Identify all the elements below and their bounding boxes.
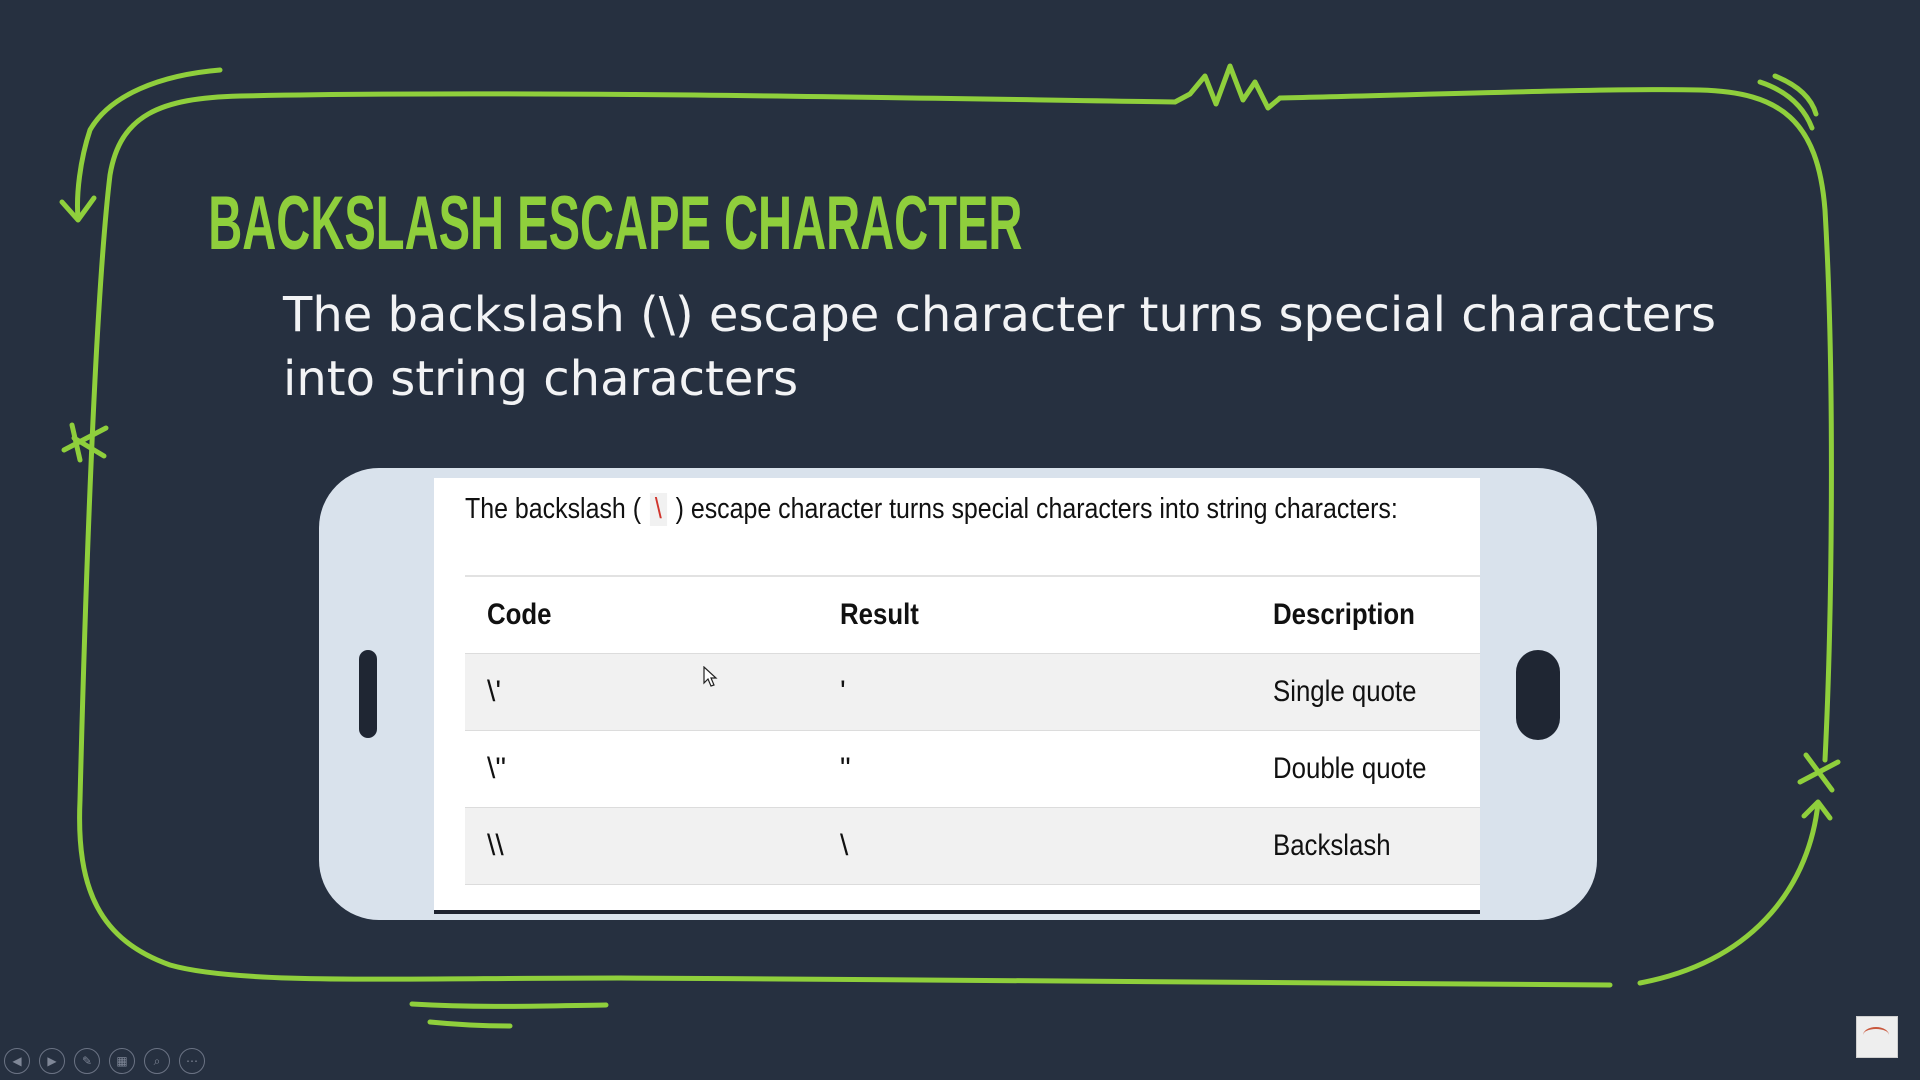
more-icon[interactable]: ⋯ — [179, 1048, 205, 1074]
table-header-row: Code Result Description — [465, 577, 1480, 654]
cell-result: \ — [840, 829, 849, 862]
slide-body-text: The backslash (\) escape character turns… — [283, 287, 1717, 407]
cell-code: \\ — [487, 829, 504, 862]
header-result-label: Result — [840, 598, 919, 631]
intro-code-backslash: \ — [649, 493, 667, 526]
screenshot-intro-text: The backslash ( \ ) escape character tur… — [465, 493, 1398, 526]
presenter-logo-icon — [1856, 1016, 1898, 1058]
logo-mark — [1863, 1027, 1889, 1043]
cell-code: \' — [487, 675, 502, 708]
zoom-icon[interactable]: ⌕ — [144, 1048, 170, 1074]
header-result: Result — [840, 598, 1273, 632]
cell-description: Double quote — [1273, 752, 1480, 786]
intro-text-end: ) escape character turns special charact… — [668, 493, 1398, 525]
phone-home-button — [1516, 650, 1560, 740]
header-code-label: Code — [487, 598, 552, 631]
mouse-pointer-icon — [703, 666, 718, 687]
next-icon[interactable]: ▶ — [39, 1048, 65, 1074]
intro-text-start: The backslash ( — [465, 493, 648, 525]
cell-description: Backslash — [1273, 829, 1480, 863]
escape-characters-table: Code Result Description \' ' Single quot… — [465, 575, 1480, 885]
phone-screen-screenshot: The backslash ( \ ) escape character tur… — [434, 478, 1480, 914]
cell-description-text: Backslash — [1273, 829, 1391, 862]
table-row: \' ' Single quote — [465, 654, 1480, 731]
table-row: \" " Double quote — [465, 731, 1480, 808]
slide-title: BACKSLASH ESCAPE CHARACTER — [208, 181, 1023, 266]
header-code: Code — [465, 598, 840, 632]
cell-description-text: Single quote — [1273, 675, 1417, 708]
cell-description: Single quote — [1273, 675, 1480, 709]
phone-speaker — [359, 650, 377, 738]
cell-description-text: Double quote — [1273, 752, 1427, 785]
pen-icon[interactable]: ✎ — [74, 1048, 100, 1074]
cell-result: " — [840, 752, 851, 785]
header-description: Description — [1273, 598, 1480, 632]
previous-icon[interactable]: ◀ — [4, 1048, 30, 1074]
slides-grid-icon[interactable]: ▦ — [109, 1048, 135, 1074]
presentation-toolbar: ◀ ▶ ✎ ▦ ⌕ ⋯ — [4, 1048, 205, 1074]
table-row: \\ \ Backslash — [465, 808, 1480, 885]
cell-code: \" — [487, 752, 506, 785]
header-description-label: Description — [1273, 598, 1415, 631]
cell-result: ' — [840, 675, 846, 708]
